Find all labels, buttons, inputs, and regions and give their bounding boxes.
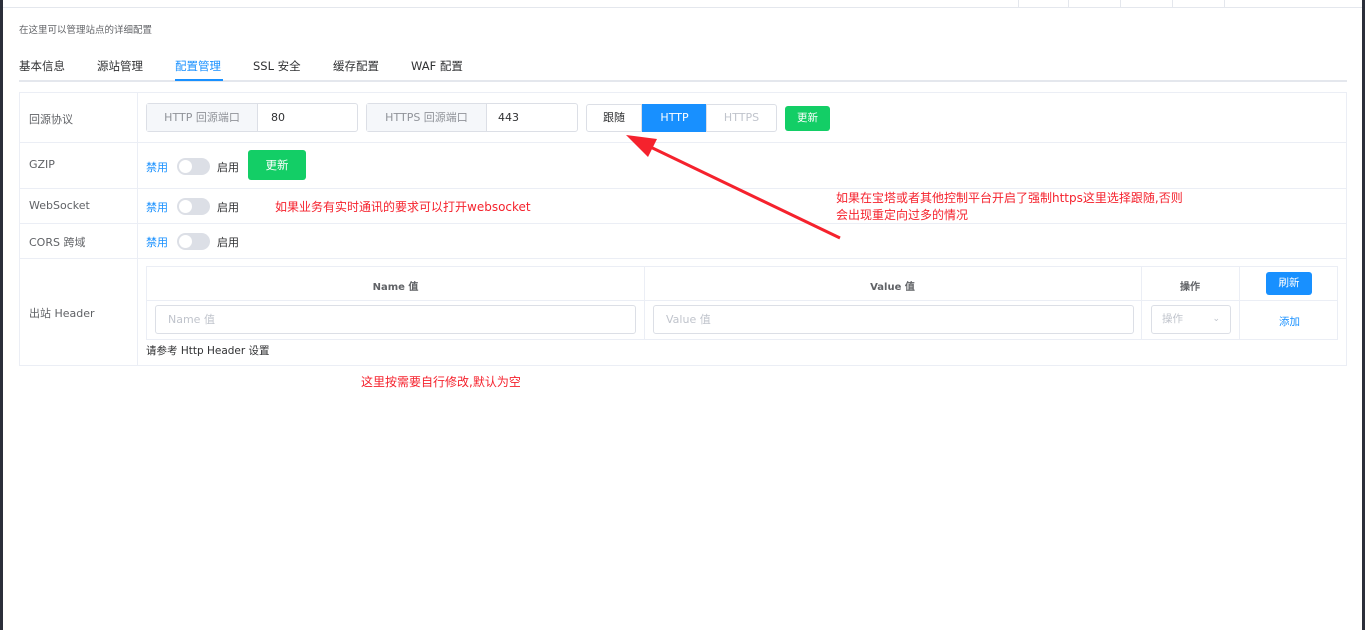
arrow-line — [639, 140, 841, 240]
annotation-arrow — [626, 135, 841, 240]
arrow-head — [626, 135, 657, 157]
